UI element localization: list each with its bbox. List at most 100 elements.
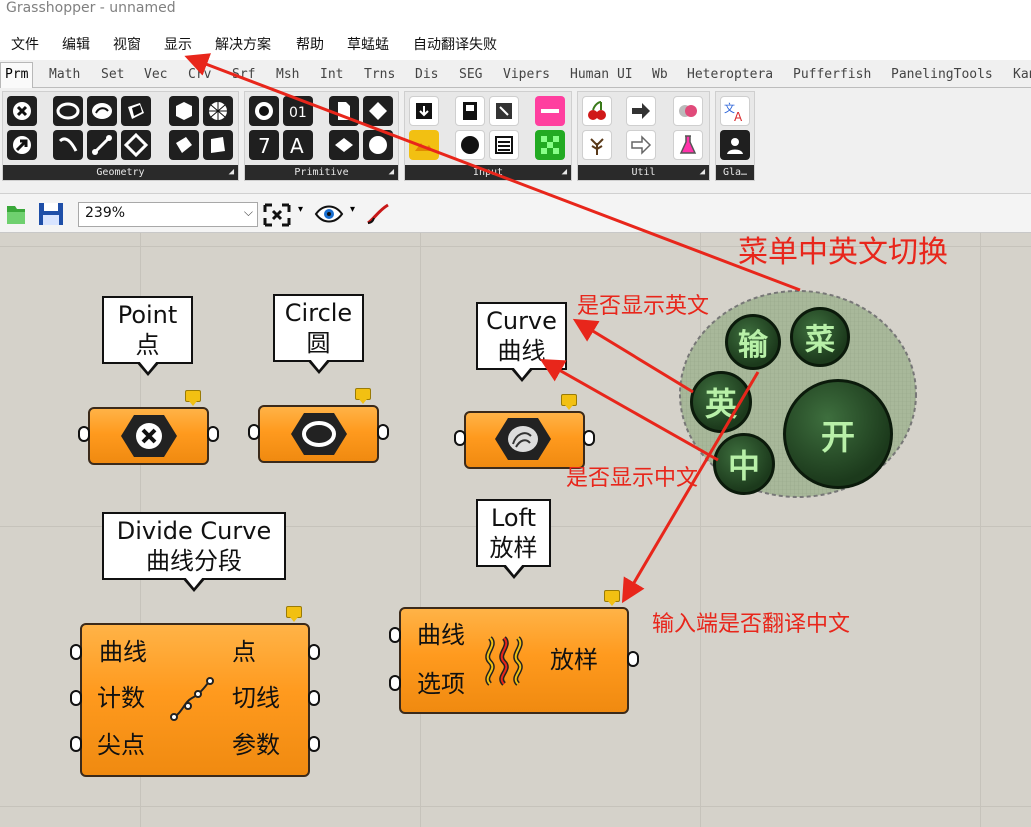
- tab-prm[interactable]: Prm: [0, 62, 34, 89]
- translate-input-toggle[interactable]: 输: [725, 314, 781, 370]
- toggle-input-icon[interactable]: [455, 96, 485, 126]
- primitive-group-label: Primitive ◢: [245, 165, 398, 180]
- tooltip-chinese: 放样: [489, 534, 538, 562]
- tab-set[interactable]: Set: [101, 67, 124, 82]
- window-title: Grasshopper - unnamed: [6, 0, 176, 16]
- menu-view[interactable]: 视窗: [113, 34, 141, 54]
- chevron-down-icon[interactable]: ▾: [298, 204, 303, 215]
- integer-param-icon[interactable]: 01: [283, 96, 313, 126]
- tab-dis[interactable]: Dis: [415, 67, 438, 82]
- tab-seg[interactable]: SEG: [459, 67, 482, 82]
- tab-srf[interactable]: Srf: [232, 67, 255, 82]
- gradient-input-icon[interactable]: [535, 96, 565, 126]
- output-port[interactable]: [583, 430, 595, 446]
- file-path-icon[interactable]: [329, 96, 359, 126]
- cherry-picker-icon[interactable]: [582, 96, 612, 126]
- sketch-pen-icon[interactable]: [364, 201, 392, 227]
- tab-wb[interactable]: Wb: [652, 67, 668, 82]
- show-chinese-toggle[interactable]: 中: [713, 433, 775, 495]
- tab-vec[interactable]: Vec: [144, 67, 167, 82]
- zoom-field[interactable]: 239% ⌵: [78, 202, 258, 227]
- flask-icon[interactable]: [673, 130, 703, 160]
- domain-param-icon[interactable]: [363, 96, 393, 126]
- tree-icon[interactable]: [582, 130, 612, 160]
- annotation-translate-inputs: 输入端是否翻译中文: [652, 612, 851, 637]
- input-port[interactable]: [454, 430, 466, 446]
- input-port[interactable]: [78, 426, 90, 442]
- rectangle-param-icon[interactable]: [121, 130, 151, 160]
- grasshopper-canvas[interactable]: Point 点 Circle 圆 Curve 曲线 Divide Curve 曲…: [0, 233, 1031, 827]
- curve-param-icon[interactable]: [87, 96, 117, 126]
- output-port-points[interactable]: [308, 644, 320, 660]
- input-port-count[interactable]: [70, 690, 82, 706]
- output-port[interactable]: [377, 424, 389, 440]
- twisted-box-icon[interactable]: [203, 130, 233, 160]
- output-label: 放样: [550, 646, 598, 674]
- tab-int[interactable]: Int: [320, 67, 343, 82]
- line-param-icon[interactable]: [87, 130, 117, 160]
- brep-param-icon[interactable]: [169, 130, 199, 160]
- save-file-icon[interactable]: [37, 201, 65, 227]
- shader-param-icon[interactable]: [363, 130, 393, 160]
- input-port[interactable]: [248, 424, 260, 440]
- color-swatch-icon[interactable]: [535, 130, 565, 160]
- matrix-param-icon[interactable]: [329, 130, 359, 160]
- output-port-loft[interactable]: [627, 651, 639, 667]
- translate-icon[interactable]: 文A: [720, 96, 750, 126]
- tab-pufferfish[interactable]: Pufferfish: [793, 67, 871, 82]
- box-param-icon[interactable]: [169, 96, 199, 126]
- menu-display[interactable]: 显示: [164, 34, 192, 54]
- open-file-icon[interactable]: [5, 202, 27, 226]
- menu-edit[interactable]: 编辑: [62, 34, 90, 54]
- light-input-icon[interactable]: [409, 130, 439, 160]
- circle-param-icon[interactable]: [53, 96, 83, 126]
- menu-help[interactable]: 帮助: [296, 34, 324, 54]
- language-on-toggle[interactable]: 开: [783, 379, 893, 489]
- output-port-tangents[interactable]: [308, 690, 320, 706]
- point-icon: [121, 415, 177, 457]
- tab-math[interactable]: Math: [49, 67, 80, 82]
- arrow-right-outline-icon[interactable]: [626, 130, 656, 160]
- translate-menu-toggle[interactable]: 菜: [790, 307, 850, 367]
- user-icon[interactable]: [720, 130, 750, 160]
- tab-crv[interactable]: Crv: [188, 67, 211, 82]
- menu-auto-translate[interactable]: 自动翻译失败: [413, 34, 497, 54]
- tab-human-ui[interactable]: Human UI: [570, 67, 633, 82]
- output-port[interactable]: [207, 426, 219, 442]
- menu-file[interactable]: 文件: [11, 34, 39, 54]
- tab-heteroptera[interactable]: Heteroptera: [687, 67, 773, 82]
- panel-input-icon[interactable]: [409, 96, 439, 126]
- chevron-down-icon[interactable]: ⌵: [244, 205, 253, 220]
- preview-eye-icon[interactable]: [314, 205, 344, 223]
- zoom-extents-icon[interactable]: [262, 202, 292, 228]
- tab-msh[interactable]: Msh: [276, 67, 299, 82]
- list-input-icon[interactable]: [489, 130, 519, 160]
- button-input-icon[interactable]: [455, 130, 485, 160]
- material-icon[interactable]: [673, 96, 703, 126]
- tab-more[interactable]: Kan: [1013, 67, 1031, 82]
- input-group: Input ◢: [404, 91, 572, 181]
- point-param-icon[interactable]: [7, 96, 37, 126]
- slider-input-icon[interactable]: [489, 96, 519, 126]
- surface-param-icon[interactable]: [121, 96, 151, 126]
- number-param-icon[interactable]: 7: [249, 130, 279, 160]
- mesh-param-icon[interactable]: [203, 96, 233, 126]
- vector-param-icon[interactable]: [7, 130, 37, 160]
- input-port-options[interactable]: [389, 675, 401, 691]
- tab-panelingtools[interactable]: PanelingTools: [891, 67, 993, 82]
- chevron-down-icon[interactable]: ▾: [350, 204, 355, 215]
- input-port-curve[interactable]: [70, 644, 82, 660]
- menu-solution[interactable]: 解决方案: [215, 34, 271, 54]
- arrow-right-icon[interactable]: [626, 96, 656, 126]
- menu-grasshopper[interactable]: 草蜢蜢: [347, 34, 389, 54]
- boolean-param-icon[interactable]: [249, 96, 279, 126]
- input-port-curves[interactable]: [389, 627, 401, 643]
- text-param-icon[interactable]: A: [283, 130, 313, 160]
- input-port-kinks[interactable]: [70, 736, 82, 752]
- show-english-toggle[interactable]: 英: [690, 371, 752, 433]
- geometry-group: Geometry ◢: [2, 91, 239, 181]
- arc-param-icon[interactable]: [53, 130, 83, 160]
- tab-vipers[interactable]: Vipers: [503, 67, 550, 82]
- tab-trns[interactable]: Trns: [364, 67, 395, 82]
- output-port-parameters[interactable]: [308, 736, 320, 752]
